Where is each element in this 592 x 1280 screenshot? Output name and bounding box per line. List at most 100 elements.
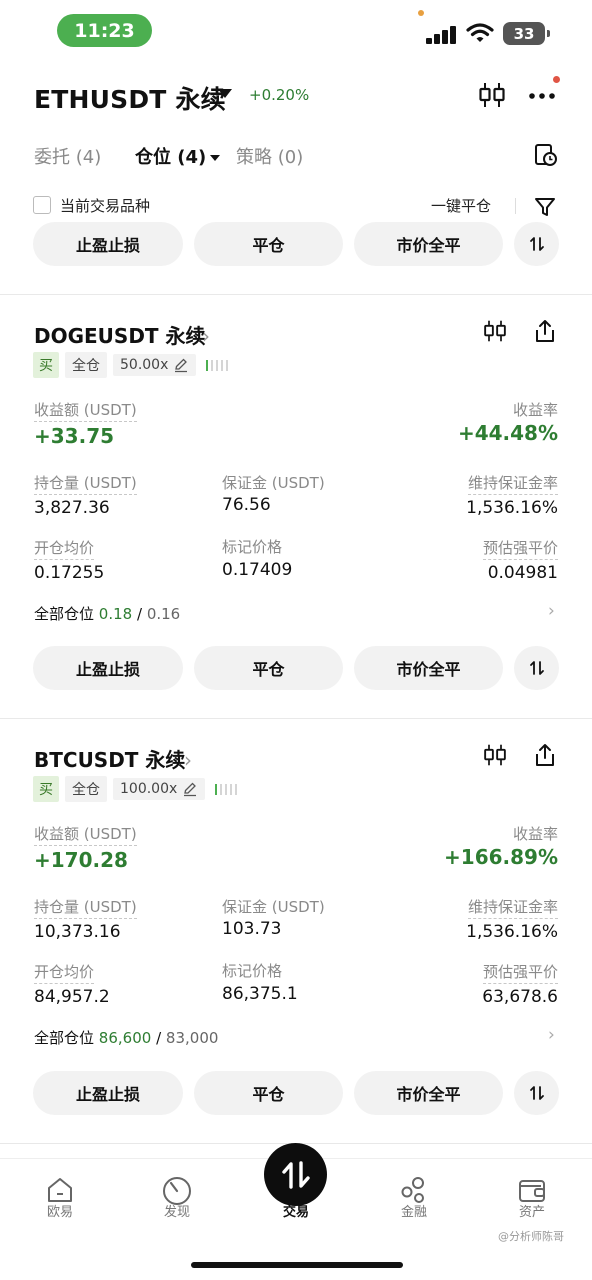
mark-label: 标记价格 <box>222 538 283 556</box>
swap-arrows-icon <box>529 237 544 251</box>
close-position-button[interactable]: 平仓 <box>194 1071 343 1115</box>
more-options-icon[interactable] <box>528 92 556 100</box>
maint-ratio-value: 1,536.16% <box>466 922 558 942</box>
size-value: 10,373.16 <box>34 922 121 942</box>
all-positions-a: 0.18 <box>98 605 133 623</box>
leverage-value: 100.00x <box>120 781 178 797</box>
all-positions-row[interactable]: 全部仓位 86,600 / 83,000 <box>34 1027 218 1048</box>
margin-mode-tag[interactable]: 全仓 <box>65 776 107 802</box>
market-close-all-button[interactable]: 市价全平 <box>354 1071 503 1115</box>
tp-sl-button[interactable]: 止盈止损 <box>33 1071 183 1115</box>
margin-value: 76.56 <box>222 495 271 515</box>
trade-icon <box>281 1160 310 1189</box>
leverage-tag[interactable]: 100.00x <box>113 778 206 800</box>
current-symbol-label[interactable]: 当前交易品种 <box>60 195 150 216</box>
action-row-btc: 止盈止损 平仓 市价全平 <box>0 1071 592 1117</box>
header: ETHUSDT 永续 +0.20% <box>0 70 592 122</box>
close-all-button[interactable]: 一键平仓 <box>431 195 491 216</box>
home-indicator <box>191 1262 403 1268</box>
all-positions-b: 83,000 <box>165 1029 219 1047</box>
tab-dropdown-icon <box>210 155 221 161</box>
edit-icon <box>175 358 188 373</box>
tab-strategies[interactable]: 策略 (0) <box>236 143 303 169</box>
battery-icon: 33 <box>503 22 550 45</box>
maint-ratio-label: 维持保证金率 <box>467 896 558 919</box>
pair-dropdown-icon[interactable] <box>218 89 232 98</box>
mark-label: 标记价格 <box>222 962 283 980</box>
tab-positions-label: 仓位 (4) <box>135 147 207 168</box>
all-positions-sep: / <box>156 1029 162 1047</box>
share-icon[interactable] <box>533 742 557 768</box>
reverse-position-button[interactable] <box>514 1071 559 1115</box>
size-value: 3,827.36 <box>34 498 110 518</box>
size-label: 持仓量 (USDT) <box>34 472 137 495</box>
status-bar: 11:23 33 <box>0 0 592 64</box>
status-time: 11:23 <box>57 14 152 47</box>
action-row-doge: 止盈止损 平仓 市价全平 <box>0 646 592 692</box>
close-position-button[interactable]: 平仓 <box>194 222 343 266</box>
liq-label: 预估强平价 <box>482 537 558 560</box>
margin-label: 保证金 (USDT) <box>222 474 325 492</box>
position-symbol[interactable]: BTCUSDT 永续 <box>34 744 185 773</box>
margin-label: 保证金 (USDT) <box>222 898 325 916</box>
trade-button[interactable] <box>264 1143 327 1206</box>
notification-dot <box>553 76 560 83</box>
tp-sl-button[interactable]: 止盈止损 <box>33 646 183 690</box>
entry-label: 开仓均价 <box>34 537 95 560</box>
reverse-position-button[interactable] <box>514 646 559 690</box>
filter-row-overlay: 当前交易品种 一键平仓 <box>0 186 592 226</box>
market-close-all-button[interactable]: 市价全平 <box>354 222 503 266</box>
filter-icon[interactable] <box>533 195 557 219</box>
liq-value: 0.04981 <box>487 563 558 583</box>
swap-arrows-icon <box>529 1086 544 1100</box>
chevron-right-icon[interactable]: › <box>548 1025 555 1045</box>
pair-title[interactable]: ETHUSDT 永续 <box>34 80 226 116</box>
all-positions-label: 全部仓位 <box>34 605 95 623</box>
section-divider <box>0 294 592 295</box>
maint-ratio-value: 1,536.16% <box>466 498 558 518</box>
close-position-button[interactable]: 平仓 <box>194 646 343 690</box>
all-positions-sep: / <box>136 605 143 623</box>
margin-mode-tag[interactable]: 全仓 <box>65 352 107 378</box>
margin-value: 103.73 <box>222 919 282 939</box>
pnl-label: 收益额 (USDT) <box>34 399 137 422</box>
nav-home-label: 欧易 <box>46 1205 73 1220</box>
chevron-right-icon[interactable]: › <box>202 324 210 348</box>
tab-orders[interactable]: 委托 (4) <box>34 143 101 169</box>
share-icon[interactable] <box>533 318 557 344</box>
all-positions-row[interactable]: 全部仓位 0.18 / 0.16 <box>34 603 180 624</box>
position-symbol[interactable]: DOGEUSDT 永续 <box>34 320 206 349</box>
chevron-right-icon[interactable]: › <box>548 601 555 621</box>
action-row-previous: 止盈止损 平仓 市价全平 <box>0 222 592 268</box>
pnl-value: +170.28 <box>34 848 128 872</box>
pair-change: +0.20% <box>249 86 310 104</box>
candlestick-chart-icon[interactable] <box>478 80 506 110</box>
chevron-right-icon[interactable]: › <box>184 748 192 772</box>
all-positions-a: 86,600 <box>98 1029 152 1047</box>
market-close-all-button[interactable]: 市价全平 <box>354 646 503 690</box>
current-symbol-checkbox[interactable] <box>33 196 51 214</box>
cellular-signal-icon <box>426 24 458 44</box>
candlestick-chart-icon[interactable] <box>483 318 507 344</box>
candlestick-chart-icon[interactable] <box>483 742 507 768</box>
tp-sl-button[interactable]: 止盈止损 <box>33 222 183 266</box>
pnl-label: 收益额 (USDT) <box>34 823 137 846</box>
leverage-value: 50.00x <box>120 357 169 373</box>
swap-arrows-icon <box>529 661 544 675</box>
size-label: 持仓量 (USDT) <box>34 896 137 919</box>
roe-label: 收益率 <box>512 401 558 419</box>
roe-value: +44.48% <box>457 421 558 445</box>
position-tags: 买 全仓 100.00x <box>33 776 238 802</box>
all-positions-label: 全部仓位 <box>34 1029 95 1047</box>
leverage-tag[interactable]: 50.00x <box>113 354 197 376</box>
tab-positions[interactable]: 仓位 (4) <box>135 143 221 169</box>
order-history-icon[interactable] <box>533 142 559 168</box>
maint-ratio-label: 维持保证金率 <box>467 472 558 495</box>
tab-bar: 委托 (4) 仓位 (4) 策略 (0) <box>0 136 592 176</box>
mark-value: 86,375.1 <box>222 984 298 1004</box>
position-tags: 买 全仓 50.00x <box>33 352 229 378</box>
filter-separator <box>515 198 516 214</box>
all-positions-b: 0.16 <box>146 605 181 623</box>
edit-icon <box>184 782 197 797</box>
reverse-position-button[interactable] <box>514 222 559 266</box>
